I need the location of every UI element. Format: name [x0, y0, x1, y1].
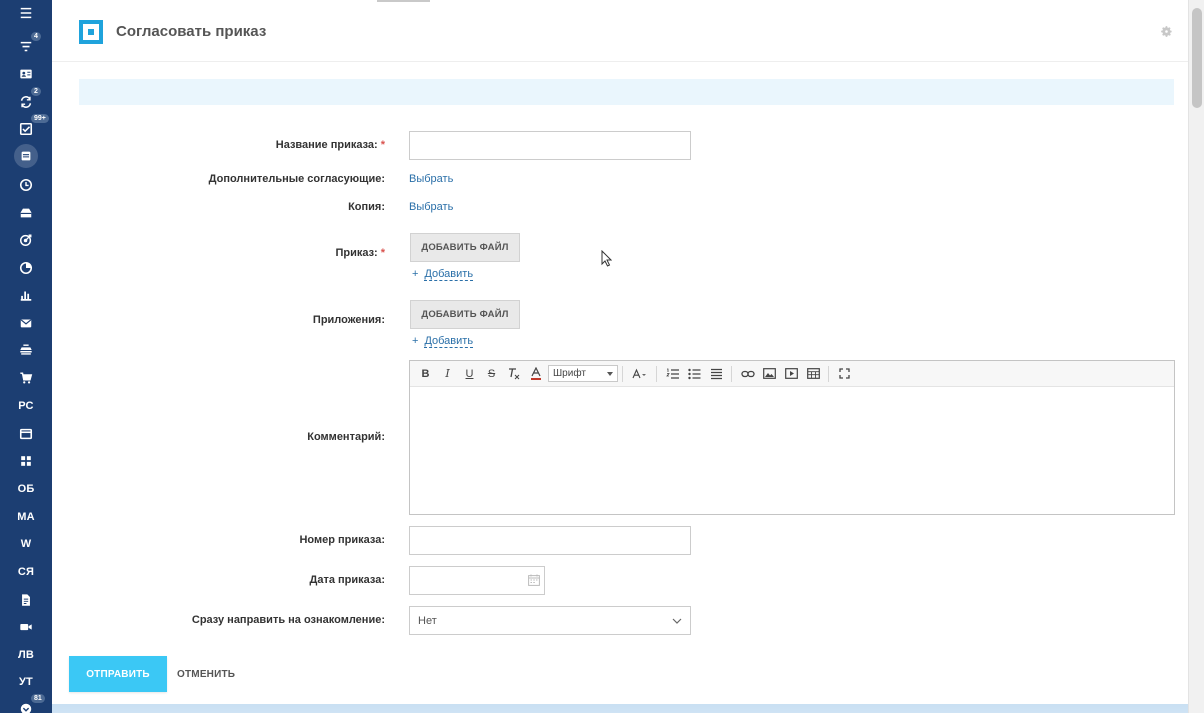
link-icon[interactable]	[737, 364, 758, 384]
sidebar-item-pc[interactable]: РС	[0, 393, 52, 419]
sidebar-item-lv-label: ЛВ	[17, 649, 35, 661]
apps-icon[interactable]	[0, 448, 52, 474]
sidebar-item-pc-label: РС	[18, 400, 34, 412]
order-name-label: Название приказа: *	[275, 139, 385, 151]
submit-button[interactable]: ОТПРАВИТЬ	[69, 656, 167, 692]
notification-badge: 2	[31, 87, 41, 96]
font-dropdown-icon	[607, 368, 613, 379]
order-add-file-button[interactable]: ДОБАВИТЬ ФАЙЛ	[410, 233, 520, 262]
sidebar-item-ut[interactable]: УТ	[0, 669, 52, 695]
attachments-add-file-button[interactable]: ДОБАВИТЬ ФАЙЛ	[410, 300, 520, 329]
order-date-label: Дата приказа:	[309, 574, 385, 586]
sidebar-item-sya[interactable]: СЯ	[0, 559, 52, 585]
sidebar-item-w[interactable]: W	[0, 531, 52, 557]
attachments-label: Приложения:	[312, 314, 385, 326]
font-select-value: Шрифт	[553, 368, 586, 379]
clear-format-icon[interactable]	[503, 364, 524, 384]
gear-icon[interactable]	[1160, 25, 1173, 41]
extra-approvers-select-link[interactable]: Выбрать	[409, 173, 453, 185]
numbered-list-icon[interactable]	[662, 364, 683, 384]
main-panel: Согласовать приказ Название приказа: * До…	[52, 0, 1188, 704]
sidebar: 4 2 99+ РС ОБ МА W СЯ ЛВ УТ 81	[0, 0, 52, 713]
video-embed-icon[interactable]	[781, 364, 802, 384]
order-number-input[interactable]	[409, 526, 691, 555]
text-color-icon[interactable]	[525, 364, 546, 384]
sidebar-item-ma-label: МА	[17, 511, 35, 523]
sidebar-item-lv[interactable]: ЛВ	[0, 642, 52, 668]
order-file-label: Приказ: *	[335, 247, 385, 259]
scrollbar[interactable]	[1188, 0, 1204, 713]
comment-label: Комментарий:	[307, 431, 385, 443]
notification-badge: 4	[31, 32, 41, 41]
calendar-icon[interactable]	[528, 574, 540, 589]
info-bar	[79, 79, 1174, 105]
bold-icon[interactable]: B	[415, 364, 436, 384]
pie-icon[interactable]	[0, 255, 52, 281]
mouse-cursor-icon	[601, 249, 613, 270]
order-date-input[interactable]	[409, 566, 545, 595]
underline-icon[interactable]: U	[459, 364, 480, 384]
app-logo-icon	[79, 20, 103, 44]
send-for-review-label: Сразу направить на ознакомление:	[191, 614, 385, 626]
target-icon[interactable]	[0, 227, 52, 253]
order-date-field	[409, 566, 546, 595]
order-add-link[interactable]: + Добавить	[412, 268, 474, 281]
copy-label: Копия:	[348, 201, 385, 213]
font-size-icon[interactable]	[628, 364, 652, 384]
cancel-button[interactable]: ОТМЕНИТЬ	[177, 656, 235, 692]
bar-chart-icon[interactable]	[0, 282, 52, 308]
copy-select-link[interactable]: Выбрать	[409, 201, 453, 213]
image-icon[interactable]	[759, 364, 780, 384]
window-icon[interactable]	[0, 421, 52, 447]
tasks-icon[interactable]: 99+	[0, 114, 52, 142]
bullet-list-icon[interactable]	[684, 364, 705, 384]
contact-card-icon[interactable]	[0, 61, 52, 87]
font-select[interactable]: Шрифт	[548, 365, 618, 382]
chevron-down-icon	[672, 615, 682, 627]
sidebar-item-ut-label: УТ	[19, 676, 33, 688]
sidebar-item-sya-label: СЯ	[17, 566, 35, 578]
order-name-input[interactable]	[409, 131, 691, 160]
page-header: Согласовать приказ	[52, 0, 1188, 62]
send-for-review-value: Нет	[418, 614, 437, 627]
comment-editor-area[interactable]	[410, 387, 1174, 514]
mail-icon[interactable]	[0, 310, 52, 336]
documents-icon[interactable]	[0, 143, 52, 169]
clock-icon[interactable]	[0, 172, 52, 198]
inbox-icon[interactable]	[0, 200, 52, 226]
editor-toolbar: B I U S Шрифт	[410, 361, 1174, 387]
stack-icon[interactable]	[0, 337, 52, 363]
sidebar-item-w-label: W	[20, 538, 32, 550]
sidebar-item-ob-label: ОБ	[17, 483, 35, 495]
order-number-label: Номер приказа:	[299, 534, 385, 546]
notification-badge: 99+	[31, 114, 49, 123]
sidebar-item-ob[interactable]: ОБ	[0, 476, 52, 502]
filter-icon[interactable]: 4	[0, 32, 52, 60]
file-icon[interactable]	[0, 587, 52, 613]
align-icon[interactable]	[706, 364, 727, 384]
send-for-review-select[interactable]: Нет	[409, 606, 691, 635]
fullscreen-icon[interactable]	[834, 364, 855, 384]
extra-approvers-label: Дополнительные согласующие:	[208, 173, 385, 185]
sync-icon[interactable]: 2	[0, 87, 52, 115]
video-icon[interactable]	[0, 614, 52, 640]
cart-icon[interactable]	[0, 365, 52, 391]
scrollbar-thumb[interactable]	[1192, 8, 1202, 108]
menu-icon[interactable]	[0, 0, 52, 26]
table-icon[interactable]	[803, 364, 824, 384]
comment-editor: B I U S Шрифт	[409, 360, 1175, 515]
italic-icon[interactable]: I	[437, 364, 458, 384]
page-title: Согласовать приказ	[116, 23, 267, 40]
attachments-add-link[interactable]: + Добавить	[412, 335, 474, 348]
strikethrough-icon[interactable]: S	[481, 364, 502, 384]
chevron-down-icon[interactable]: 81	[0, 694, 52, 713]
notification-badge: 81	[31, 694, 45, 703]
sidebar-item-ma[interactable]: МА	[0, 504, 52, 530]
